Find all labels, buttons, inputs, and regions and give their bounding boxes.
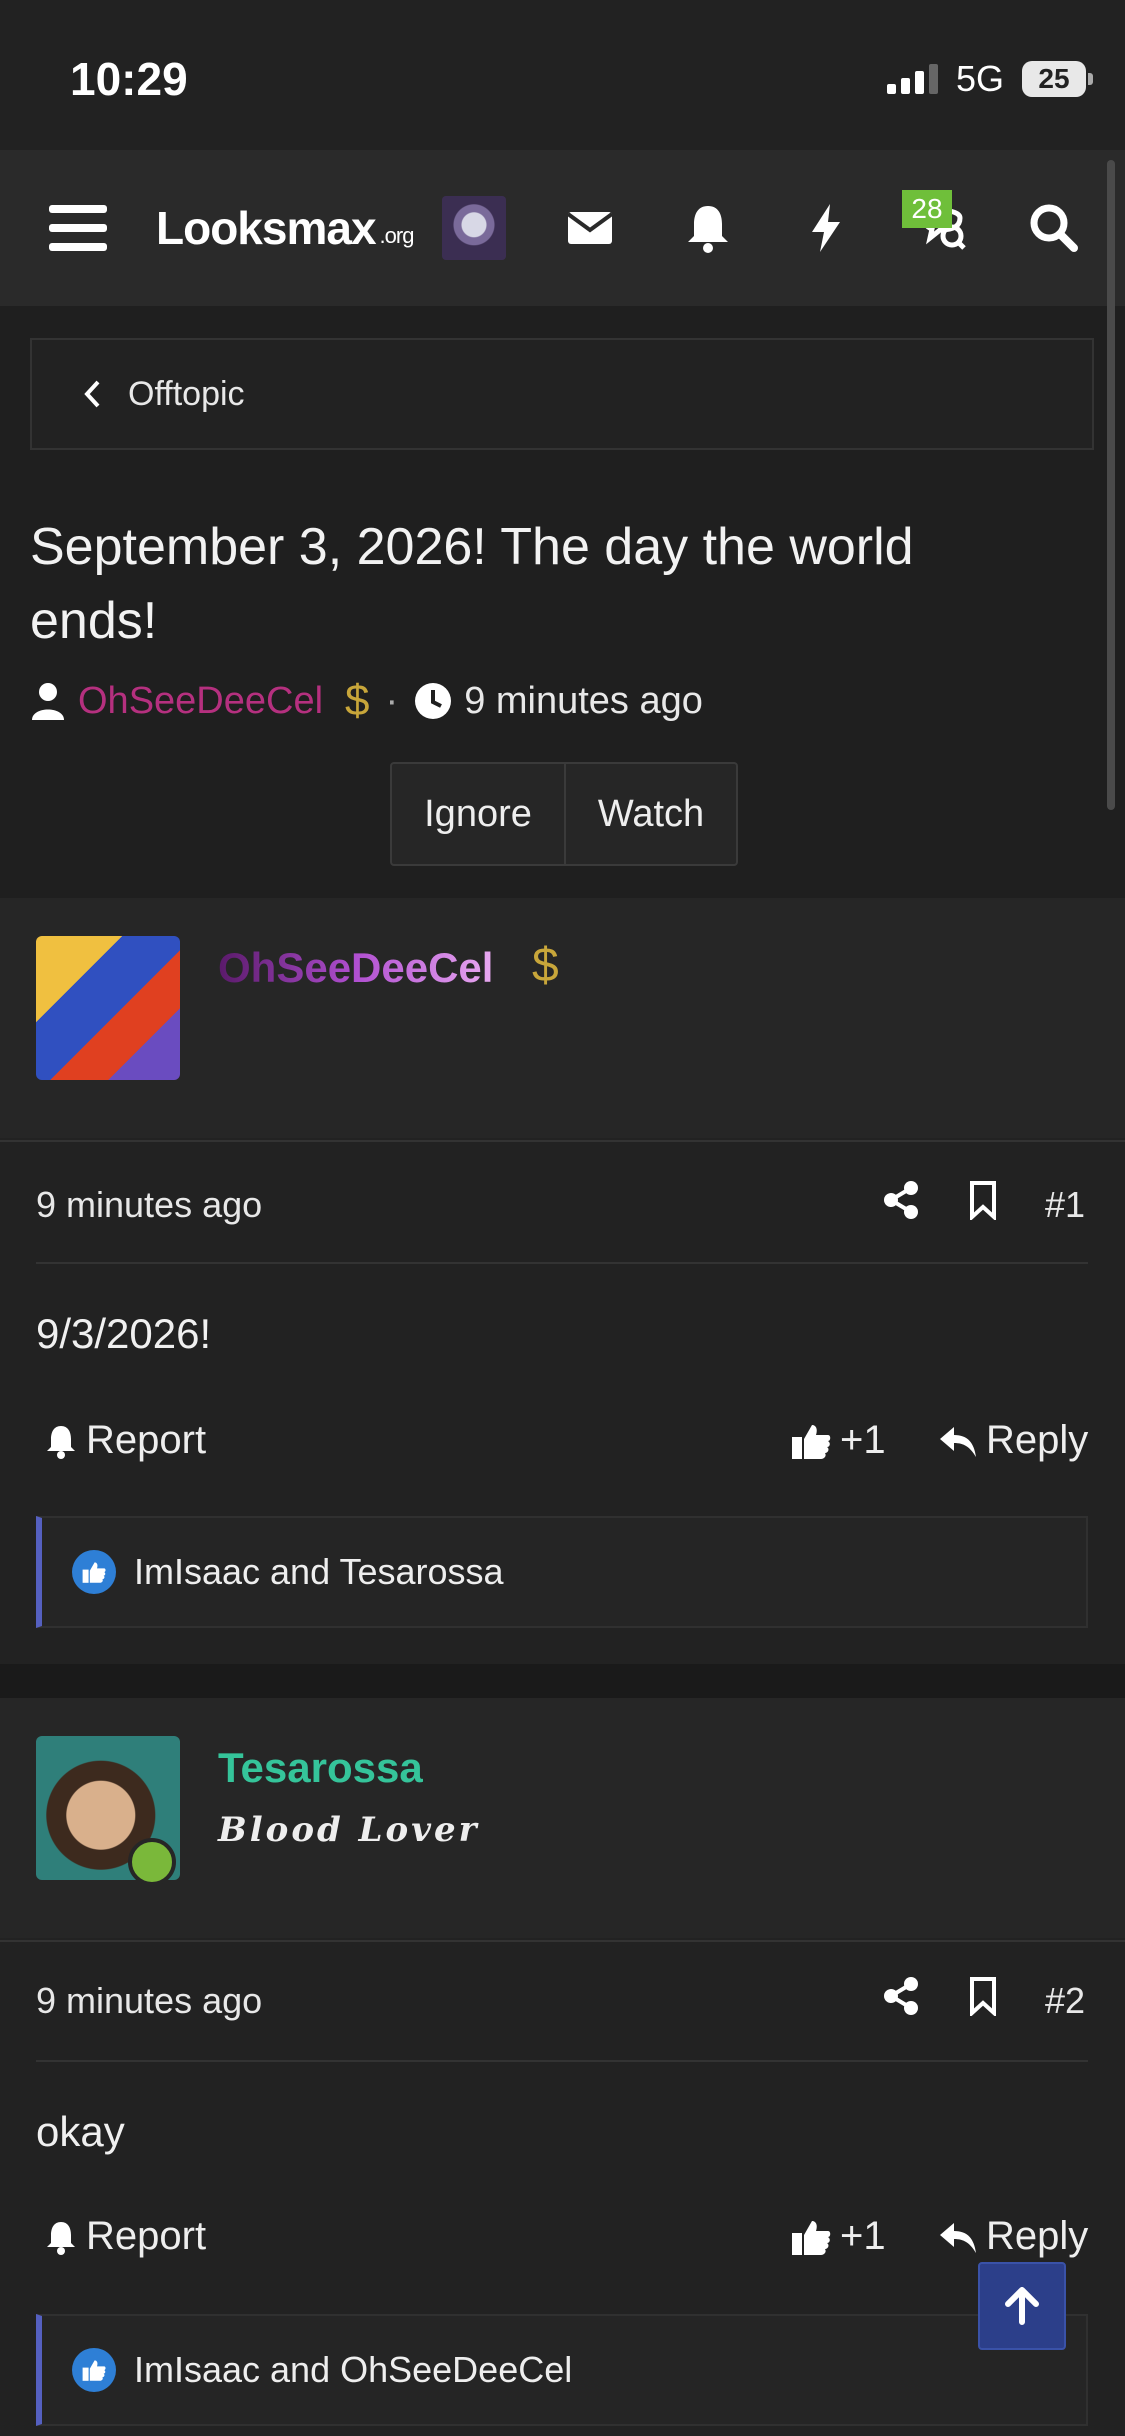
thumbs-up-icon (792, 2220, 831, 2255)
post-avatar[interactable] (36, 936, 180, 1080)
ignore-button[interactable]: Ignore (392, 764, 564, 864)
report-label: Report (86, 2214, 207, 2258)
page-scrollbar[interactable] (1107, 160, 1115, 810)
signal-icon (886, 64, 938, 94)
watch-button[interactable]: Watch (564, 764, 736, 864)
clock-icon (415, 683, 452, 719)
scroll-to-top-button[interactable] (978, 2262, 1066, 2350)
post-1: OhSeeDeeCel $ 9 minutes ago #1 9/3/2026!… (0, 898, 1125, 1666)
reply-label: Reply (986, 2214, 1089, 2258)
dollar-icon: $ (345, 676, 370, 725)
reactions-text: ImIsaac and Tesarossa (134, 1551, 504, 1592)
reactions-text: ImIsaac and OhSeeDeeCel (134, 2349, 573, 2390)
thread-actions: Ignore Watch (390, 762, 738, 866)
thread-author-link[interactable]: OhSeeDeeCel (78, 680, 323, 723)
thumbs-up-icon (792, 1424, 831, 1459)
breadcrumb[interactable]: Offtopic (30, 338, 1094, 450)
envelope-icon[interactable] (558, 196, 622, 260)
bookmark-icon[interactable] (968, 1976, 998, 2016)
online-indicator (128, 1838, 176, 1886)
menu-button[interactable] (48, 150, 108, 306)
like-button[interactable]: +1 (790, 2214, 886, 2259)
notification-badge: 28 (902, 190, 952, 228)
report-label: Report (86, 1418, 207, 1462)
user-title: Blood Lover (218, 1810, 480, 1850)
post-username[interactable]: OhSeeDeeCel (218, 944, 493, 992)
like-count: +1 (840, 2214, 886, 2258)
divider (36, 2060, 1088, 2062)
lightning-icon[interactable] (794, 196, 858, 260)
hamburger-icon (49, 205, 107, 251)
battery-icon: 25 (1022, 61, 1093, 97)
divider (0, 1940, 1125, 1942)
logo-text: Looksmax (156, 202, 377, 254)
network-label: 5G (955, 58, 1004, 99)
like-button[interactable]: +1 (790, 1418, 886, 1463)
reactions-bar[interactable]: ImIsaac and Tesarossa (36, 1516, 1088, 1628)
report-button[interactable]: Report (44, 1418, 206, 1463)
post-content: 9/3/2026! (36, 1310, 212, 1357)
post-content: okay (36, 2108, 125, 2155)
post-time[interactable]: 9 minutes ago (36, 1184, 262, 1226)
battery-level: 25 (1022, 61, 1086, 97)
post-number[interactable]: #2 (1045, 1980, 1085, 2022)
post-2: Tesarossa Blood Lover 9 minutes ago #2 o… (0, 1698, 1125, 2436)
like-reaction-icon (72, 2348, 116, 2392)
thread-time: 9 minutes ago (464, 679, 703, 722)
divider (0, 1140, 1125, 1142)
reply-label: Reply (986, 1418, 1089, 1462)
arrow-up-icon (1005, 2287, 1039, 2325)
thread-title: September 3, 2026! The day the world end… (30, 518, 914, 650)
chevron-left-icon (84, 380, 100, 408)
bell-icon (47, 2221, 75, 2255)
meta-separator: · (385, 679, 399, 722)
reply-button[interactable]: Reply (938, 1418, 1088, 1463)
bell-icon (47, 1425, 75, 1459)
bell-icon[interactable] (676, 196, 740, 260)
search-icon[interactable] (1022, 196, 1086, 260)
divider (36, 1262, 1088, 1264)
logo-suffix: .org (379, 223, 415, 248)
breadcrumb-label: Offtopic (128, 374, 245, 413)
reply-icon (940, 2222, 976, 2253)
post-time[interactable]: 9 minutes ago (36, 1980, 262, 2022)
status-bar: 10:29 5G 25 (0, 0, 1125, 150)
reactions-bar[interactable]: ImIsaac and OhSeeDeeCel (36, 2314, 1088, 2426)
report-button[interactable]: Report (44, 2214, 206, 2259)
post-separator (0, 1664, 1125, 1698)
status-right: 5G 25 (886, 58, 1093, 100)
post-username[interactable]: Tesarossa (218, 1744, 423, 1792)
reply-button[interactable]: Reply (938, 2214, 1088, 2259)
share-icon[interactable] (882, 1180, 920, 1220)
bookmark-icon[interactable] (968, 1180, 998, 1220)
user-icon (32, 683, 64, 720)
like-count: +1 (840, 1418, 886, 1462)
site-logo[interactable]: Looksmax .org (156, 150, 415, 306)
share-icon[interactable] (882, 1976, 920, 2016)
thread-meta: OhSeeDeeCel $ · 9 minutes ago (30, 676, 703, 726)
status-time: 10:29 (70, 53, 188, 105)
like-reaction-icon (72, 1550, 116, 1594)
reply-icon (940, 1426, 976, 1457)
dollar-icon: $ (532, 939, 559, 992)
post-number[interactable]: #1 (1045, 1184, 1085, 1226)
user-avatar-button[interactable] (442, 196, 506, 260)
